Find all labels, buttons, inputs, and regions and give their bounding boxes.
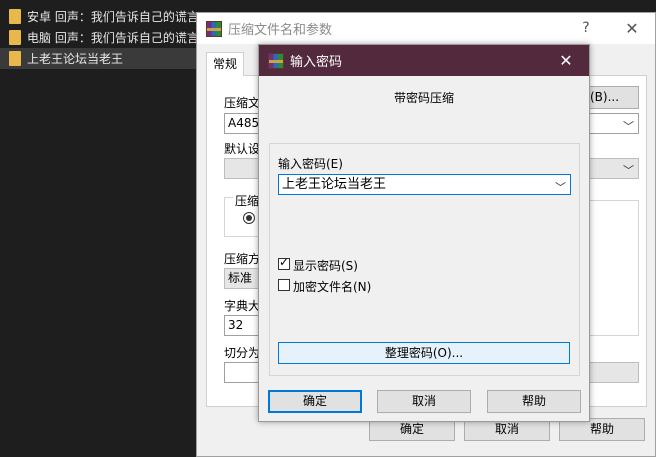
compression-method-label: 压缩方: [224, 252, 261, 266]
chevron-down-icon: ﹀: [623, 120, 634, 133]
password-heading: 带密码压缩: [393, 91, 454, 105]
browse-button[interactable]: (B)...: [587, 86, 639, 109]
encrypt-filenames-checkbox[interactable]: [278, 279, 290, 291]
file-list-item-selected[interactable]: 上老王论坛当老王: [0, 48, 200, 69]
winrar-icon: [206, 20, 222, 37]
default-profile-label: 默认设: [224, 142, 261, 156]
chevron-down-icon: ﹀: [623, 164, 634, 177]
folder-icon: [9, 9, 21, 24]
winrar-icon: [268, 52, 284, 69]
file-name: 电脑 回声：我们告诉自己的谎言: [27, 31, 199, 45]
file-list-item[interactable]: 电脑 回声：我们告诉自己的谎言: [0, 27, 200, 48]
help-button[interactable]: 帮助: [487, 390, 581, 413]
close-icon[interactable]: ✕: [543, 45, 589, 76]
password-value: 上老王论坛当老王: [282, 177, 387, 192]
dictionary-size-label: 字典大: [224, 299, 261, 313]
password-dialog-title: 输入密码: [290, 55, 343, 70]
file-list-item[interactable]: 安卓 回声：我们告诉自己的谎言: [0, 6, 200, 27]
organize-passwords-button[interactable]: 整理密码(O)...: [278, 342, 570, 364]
enter-password-dialog: 输入密码 ✕ 带密码压缩 输入密码(E) 上老王论坛当老王 ﹀ 显示密码(S) …: [258, 44, 590, 422]
enter-password-label: 输入密码(E): [278, 157, 343, 171]
cancel-button[interactable]: 取消: [377, 390, 471, 413]
split-volumes-label: 切分为: [224, 346, 261, 360]
dialog-title: 压缩文件名和参数: [228, 23, 333, 38]
chevron-down-icon: ﹀: [555, 181, 566, 194]
close-icon[interactable]: ✕: [609, 13, 655, 44]
show-password-label: 显示密码(S): [293, 259, 358, 273]
archive-name-label: 压缩文: [224, 96, 261, 110]
password-input[interactable]: 上老王论坛当老王 ﹀: [278, 174, 571, 195]
folder-icon: [9, 51, 21, 66]
set-password-button[interactable]: [587, 362, 639, 383]
file-name: 上老王论坛当老王: [27, 52, 124, 66]
profile-dropdown[interactable]: ﹀: [587, 158, 639, 179]
format-radio-rar[interactable]: [243, 212, 255, 224]
archive-format-label: 压缩: [233, 192, 262, 209]
help-titlebar-button[interactable]: ?: [563, 13, 609, 44]
folder-icon: [9, 30, 21, 45]
options-group: [587, 200, 639, 336]
tab-general[interactable]: 常规: [206, 52, 245, 76]
file-list: 安卓 回声：我们告诉自己的谎言 电脑 回声：我们告诉自己的谎言 上老王论坛当老王: [0, 6, 200, 69]
encrypt-filenames-label: 加密文件名(N): [293, 280, 372, 294]
file-name: 安卓 回声：我们告诉自己的谎言: [27, 10, 199, 24]
show-password-checkbox[interactable]: [278, 255, 290, 270]
ok-button[interactable]: 确定: [268, 390, 362, 413]
dialog-titlebar: 压缩文件名和参数 ? ✕: [197, 13, 655, 44]
archive-name-dropdown[interactable]: ﹀: [587, 113, 639, 134]
password-dialog-titlebar: 输入密码 ✕: [259, 45, 589, 76]
